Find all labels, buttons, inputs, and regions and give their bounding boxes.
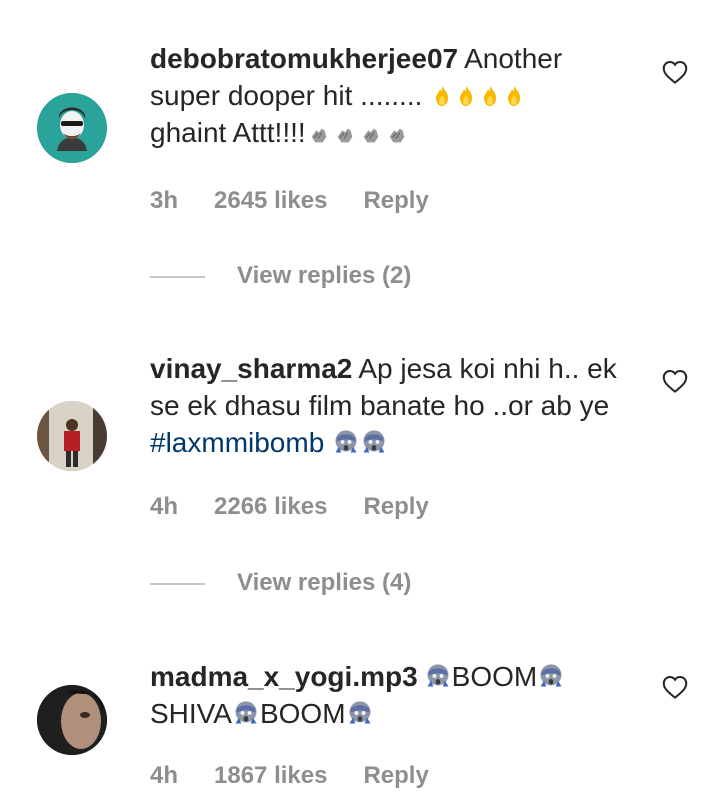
comment-likes[interactable]: 2645 likes: [214, 187, 327, 214]
comment-username[interactable]: madma_x_yogi.mp3: [150, 661, 418, 692]
heart-icon[interactable]: [660, 366, 690, 396]
comment-meta: 4h 2266 likes Reply: [150, 493, 465, 521]
clapping-hands-emoji-icon: [332, 124, 358, 146]
avatar-photo-icon: [37, 401, 107, 471]
clapping-hands-emoji-icon: [358, 124, 384, 146]
view-replies-label[interactable]: View replies (2): [237, 262, 411, 289]
clapping-hands-emoji-icon: [384, 124, 410, 146]
comment-meta: 4h 1867 likes Reply: [150, 762, 465, 790]
reply-button[interactable]: Reply: [363, 187, 428, 214]
view-replies[interactable]: View replies (2): [150, 262, 411, 290]
reply-button[interactable]: Reply: [363, 493, 428, 520]
comment-body-line2: ghaint Attt!!!!: [150, 117, 306, 148]
avatar-photo-icon: [37, 685, 107, 755]
comment-time: 4h: [150, 493, 179, 520]
divider-line: [150, 275, 205, 278]
fire-emoji-icon: [430, 83, 454, 109]
view-replies-label[interactable]: View replies (4): [237, 569, 411, 596]
avatar[interactable]: [37, 93, 107, 163]
fire-emoji-icon: [454, 83, 478, 109]
comment-body-shiva: SHIVA: [150, 698, 232, 729]
fearful-face-emoji-icon: [360, 428, 388, 456]
comment-body-boom-2: BOOM: [259, 698, 346, 729]
comment-text: vinay_sharma2 Ap jesa koi nhi h.. ek se e…: [150, 350, 620, 461]
comment-username[interactable]: vinay_sharma2: [150, 353, 352, 384]
hashtag-link[interactable]: #laxmmibomb: [150, 427, 324, 458]
reply-button[interactable]: Reply: [363, 762, 428, 789]
fire-emoji-icon: [478, 83, 502, 109]
avatar[interactable]: [37, 401, 107, 471]
comment-likes[interactable]: 1867 likes: [214, 762, 327, 789]
comment-text: madma_x_yogi.mp3 BOOM SHIVA BOOM: [150, 658, 620, 732]
comment-time: 4h: [150, 762, 179, 789]
avatar-illustration-icon: [37, 93, 107, 163]
fearful-face-emoji-icon: [346, 699, 374, 727]
avatar[interactable]: [37, 685, 107, 755]
comment-likes[interactable]: 2266 likes: [214, 493, 327, 520]
fearful-face-emoji-icon: [232, 699, 260, 727]
heart-icon[interactable]: [660, 57, 690, 87]
fearful-face-emoji-icon: [332, 428, 360, 456]
comment-username[interactable]: debobratomukherjee07: [150, 43, 458, 74]
comment-text: debobratomukherjee07 Another super dooper…: [150, 40, 620, 151]
clapping-hands-emoji-icon: [306, 124, 332, 146]
fearful-face-emoji-icon: [537, 662, 565, 690]
fire-emoji-icon: [502, 83, 526, 109]
divider-line: [150, 582, 205, 585]
fearful-face-emoji-icon: [424, 662, 452, 690]
heart-icon[interactable]: [660, 672, 690, 702]
comment-meta: 3h 2645 likes Reply: [150, 187, 465, 215]
comment-time: 3h: [150, 187, 179, 214]
comment-body-boom: BOOM: [451, 661, 538, 692]
view-replies[interactable]: View replies (4): [150, 569, 411, 597]
